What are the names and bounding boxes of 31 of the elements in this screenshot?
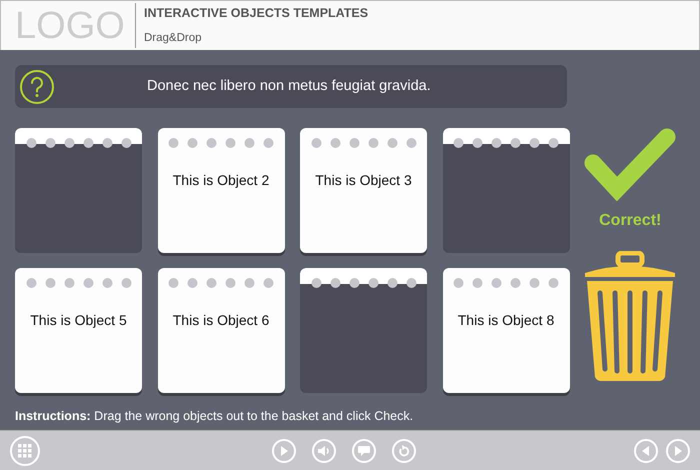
- trash-icon[interactable]: [583, 251, 678, 383]
- next-button[interactable]: [666, 438, 690, 462]
- play-button[interactable]: [272, 438, 296, 462]
- play-icon: [280, 446, 288, 456]
- object-label: This is Object 3: [314, 171, 413, 190]
- question-text: Donec nec libero non metus feugiat gravida.: [147, 76, 431, 96]
- grid-icon: [18, 444, 32, 458]
- course-subtitle: Drag&Drop: [144, 31, 203, 46]
- object-card[interactable]: This is Object 2: [158, 128, 284, 253]
- replay-icon: [398, 444, 410, 456]
- volume-button[interactable]: [312, 438, 336, 462]
- right-arrow-icon: [674, 446, 682, 456]
- object-card[interactable]: This is Object 3: [300, 128, 427, 253]
- menu-button[interactable]: [10, 436, 40, 466]
- help-icon: [19, 68, 55, 104]
- object-label: This is Object 5: [29, 311, 128, 330]
- course-title: INTERACTIVE OBJECTS TEMPLATES: [144, 4, 368, 22]
- object-label: This is Object 8: [456, 311, 556, 330]
- object-label: This is Object 2: [172, 171, 270, 190]
- feedback-text: Correct!: [599, 211, 662, 231]
- object-label: This is Object 6: [172, 311, 270, 330]
- instructions-text: Instructions: Drag the wrong objects out to the basket and click Check.: [15, 408, 414, 425]
- object-card[interactable]: This is Object 8: [442, 268, 570, 393]
- speech-bubble-icon: [358, 446, 370, 456]
- left-arrow-icon: [642, 446, 650, 456]
- replay-button[interactable]: [392, 438, 416, 462]
- object-card[interactable]: This is Object 6: [158, 268, 284, 393]
- previous-button[interactable]: [634, 438, 658, 462]
- captions-button[interactable]: [352, 438, 376, 462]
- speaker-icon: [318, 446, 330, 456]
- object-card[interactable]: This is Object 5: [15, 268, 142, 393]
